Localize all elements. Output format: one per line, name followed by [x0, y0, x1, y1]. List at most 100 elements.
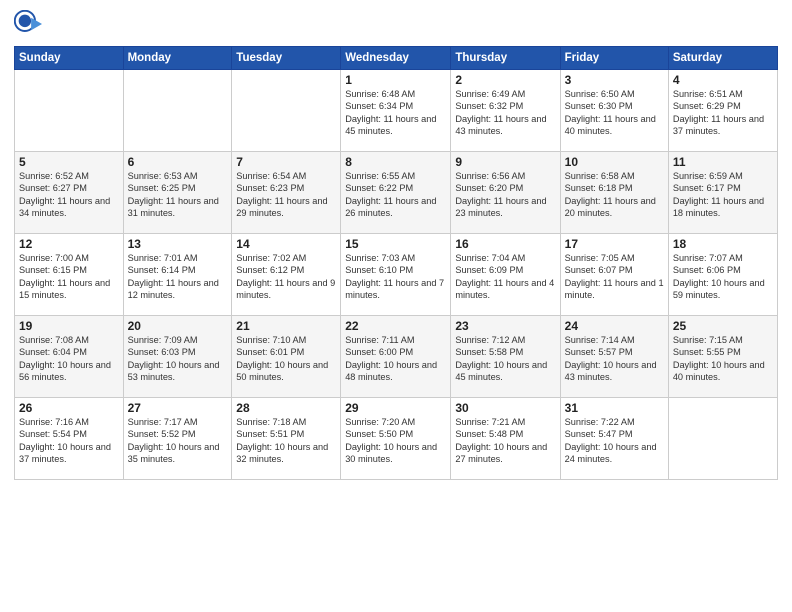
- calendar-cell: [668, 398, 777, 480]
- calendar-cell: 23Sunrise: 7:12 AM Sunset: 5:58 PM Dayli…: [451, 316, 560, 398]
- day-number: 26: [19, 401, 119, 415]
- calendar-cell: 28Sunrise: 7:18 AM Sunset: 5:51 PM Dayli…: [232, 398, 341, 480]
- calendar-cell: 22Sunrise: 7:11 AM Sunset: 6:00 PM Dayli…: [341, 316, 451, 398]
- day-number: 23: [455, 319, 555, 333]
- day-info: Sunrise: 7:00 AM Sunset: 6:15 PM Dayligh…: [19, 252, 119, 302]
- day-info: Sunrise: 6:58 AM Sunset: 6:18 PM Dayligh…: [565, 170, 664, 220]
- week-row-4: 26Sunrise: 7:16 AM Sunset: 5:54 PM Dayli…: [15, 398, 778, 480]
- calendar-cell: 30Sunrise: 7:21 AM Sunset: 5:48 PM Dayli…: [451, 398, 560, 480]
- day-number: 17: [565, 237, 664, 251]
- calendar-cell: 24Sunrise: 7:14 AM Sunset: 5:57 PM Dayli…: [560, 316, 668, 398]
- day-number: 29: [345, 401, 446, 415]
- calendar-cell: 12Sunrise: 7:00 AM Sunset: 6:15 PM Dayli…: [15, 234, 124, 316]
- day-info: Sunrise: 6:48 AM Sunset: 6:34 PM Dayligh…: [345, 88, 446, 138]
- calendar-cell: 8Sunrise: 6:55 AM Sunset: 6:22 PM Daylig…: [341, 152, 451, 234]
- weekday-header-saturday: Saturday: [668, 47, 777, 70]
- day-number: 25: [673, 319, 773, 333]
- day-info: Sunrise: 7:01 AM Sunset: 6:14 PM Dayligh…: [128, 252, 228, 302]
- day-number: 5: [19, 155, 119, 169]
- day-info: Sunrise: 6:56 AM Sunset: 6:20 PM Dayligh…: [455, 170, 555, 220]
- page: SundayMondayTuesdayWednesdayThursdayFrid…: [0, 0, 792, 612]
- day-info: Sunrise: 6:59 AM Sunset: 6:17 PM Dayligh…: [673, 170, 773, 220]
- calendar-cell: 21Sunrise: 7:10 AM Sunset: 6:01 PM Dayli…: [232, 316, 341, 398]
- day-number: 24: [565, 319, 664, 333]
- day-info: Sunrise: 7:21 AM Sunset: 5:48 PM Dayligh…: [455, 416, 555, 466]
- day-info: Sunrise: 7:02 AM Sunset: 6:12 PM Dayligh…: [236, 252, 336, 302]
- calendar-cell: 7Sunrise: 6:54 AM Sunset: 6:23 PM Daylig…: [232, 152, 341, 234]
- logo: [14, 10, 44, 38]
- calendar-cell: 25Sunrise: 7:15 AM Sunset: 5:55 PM Dayli…: [668, 316, 777, 398]
- calendar-cell: 26Sunrise: 7:16 AM Sunset: 5:54 PM Dayli…: [15, 398, 124, 480]
- calendar-cell: [123, 70, 232, 152]
- day-number: 14: [236, 237, 336, 251]
- weekday-header-thursday: Thursday: [451, 47, 560, 70]
- day-number: 11: [673, 155, 773, 169]
- weekday-header-sunday: Sunday: [15, 47, 124, 70]
- calendar-cell: 2Sunrise: 6:49 AM Sunset: 6:32 PM Daylig…: [451, 70, 560, 152]
- day-number: 3: [565, 73, 664, 87]
- day-number: 6: [128, 155, 228, 169]
- calendar-cell: 29Sunrise: 7:20 AM Sunset: 5:50 PM Dayli…: [341, 398, 451, 480]
- day-info: Sunrise: 7:03 AM Sunset: 6:10 PM Dayligh…: [345, 252, 446, 302]
- header: [14, 10, 778, 38]
- calendar-cell: 15Sunrise: 7:03 AM Sunset: 6:10 PM Dayli…: [341, 234, 451, 316]
- calendar-cell: 10Sunrise: 6:58 AM Sunset: 6:18 PM Dayli…: [560, 152, 668, 234]
- calendar-cell: 27Sunrise: 7:17 AM Sunset: 5:52 PM Dayli…: [123, 398, 232, 480]
- weekday-header-row: SundayMondayTuesdayWednesdayThursdayFrid…: [15, 47, 778, 70]
- day-number: 1: [345, 73, 446, 87]
- day-info: Sunrise: 7:09 AM Sunset: 6:03 PM Dayligh…: [128, 334, 228, 384]
- day-number: 4: [673, 73, 773, 87]
- day-number: 22: [345, 319, 446, 333]
- day-number: 12: [19, 237, 119, 251]
- calendar-cell: 9Sunrise: 6:56 AM Sunset: 6:20 PM Daylig…: [451, 152, 560, 234]
- day-number: 28: [236, 401, 336, 415]
- logo-icon: [14, 10, 42, 38]
- day-number: 16: [455, 237, 555, 251]
- calendar-cell: 4Sunrise: 6:51 AM Sunset: 6:29 PM Daylig…: [668, 70, 777, 152]
- day-info: Sunrise: 7:08 AM Sunset: 6:04 PM Dayligh…: [19, 334, 119, 384]
- calendar-cell: 5Sunrise: 6:52 AM Sunset: 6:27 PM Daylig…: [15, 152, 124, 234]
- day-info: Sunrise: 7:04 AM Sunset: 6:09 PM Dayligh…: [455, 252, 555, 302]
- day-info: Sunrise: 6:51 AM Sunset: 6:29 PM Dayligh…: [673, 88, 773, 138]
- calendar: SundayMondayTuesdayWednesdayThursdayFrid…: [14, 46, 778, 480]
- weekday-header-monday: Monday: [123, 47, 232, 70]
- day-number: 18: [673, 237, 773, 251]
- day-number: 19: [19, 319, 119, 333]
- day-info: Sunrise: 6:54 AM Sunset: 6:23 PM Dayligh…: [236, 170, 336, 220]
- day-number: 10: [565, 155, 664, 169]
- day-number: 2: [455, 73, 555, 87]
- weekday-header-tuesday: Tuesday: [232, 47, 341, 70]
- day-info: Sunrise: 6:49 AM Sunset: 6:32 PM Dayligh…: [455, 88, 555, 138]
- day-number: 13: [128, 237, 228, 251]
- weekday-header-friday: Friday: [560, 47, 668, 70]
- calendar-cell: 19Sunrise: 7:08 AM Sunset: 6:04 PM Dayli…: [15, 316, 124, 398]
- calendar-cell: 20Sunrise: 7:09 AM Sunset: 6:03 PM Dayli…: [123, 316, 232, 398]
- day-number: 7: [236, 155, 336, 169]
- calendar-cell: 3Sunrise: 6:50 AM Sunset: 6:30 PM Daylig…: [560, 70, 668, 152]
- calendar-cell: 13Sunrise: 7:01 AM Sunset: 6:14 PM Dayli…: [123, 234, 232, 316]
- week-row-1: 5Sunrise: 6:52 AM Sunset: 6:27 PM Daylig…: [15, 152, 778, 234]
- day-info: Sunrise: 6:55 AM Sunset: 6:22 PM Dayligh…: [345, 170, 446, 220]
- week-row-0: 1Sunrise: 6:48 AM Sunset: 6:34 PM Daylig…: [15, 70, 778, 152]
- calendar-cell: 14Sunrise: 7:02 AM Sunset: 6:12 PM Dayli…: [232, 234, 341, 316]
- calendar-cell: 31Sunrise: 7:22 AM Sunset: 5:47 PM Dayli…: [560, 398, 668, 480]
- day-number: 21: [236, 319, 336, 333]
- day-info: Sunrise: 7:07 AM Sunset: 6:06 PM Dayligh…: [673, 252, 773, 302]
- calendar-cell: 17Sunrise: 7:05 AM Sunset: 6:07 PM Dayli…: [560, 234, 668, 316]
- day-number: 27: [128, 401, 228, 415]
- day-info: Sunrise: 7:17 AM Sunset: 5:52 PM Dayligh…: [128, 416, 228, 466]
- day-info: Sunrise: 7:16 AM Sunset: 5:54 PM Dayligh…: [19, 416, 119, 466]
- week-row-3: 19Sunrise: 7:08 AM Sunset: 6:04 PM Dayli…: [15, 316, 778, 398]
- day-info: Sunrise: 7:05 AM Sunset: 6:07 PM Dayligh…: [565, 252, 664, 302]
- day-info: Sunrise: 7:10 AM Sunset: 6:01 PM Dayligh…: [236, 334, 336, 384]
- calendar-cell: 1Sunrise: 6:48 AM Sunset: 6:34 PM Daylig…: [341, 70, 451, 152]
- day-info: Sunrise: 6:53 AM Sunset: 6:25 PM Dayligh…: [128, 170, 228, 220]
- calendar-cell: 11Sunrise: 6:59 AM Sunset: 6:17 PM Dayli…: [668, 152, 777, 234]
- day-info: Sunrise: 6:50 AM Sunset: 6:30 PM Dayligh…: [565, 88, 664, 138]
- calendar-cell: 16Sunrise: 7:04 AM Sunset: 6:09 PM Dayli…: [451, 234, 560, 316]
- calendar-cell: 6Sunrise: 6:53 AM Sunset: 6:25 PM Daylig…: [123, 152, 232, 234]
- day-number: 9: [455, 155, 555, 169]
- day-number: 20: [128, 319, 228, 333]
- day-info: Sunrise: 6:52 AM Sunset: 6:27 PM Dayligh…: [19, 170, 119, 220]
- day-number: 15: [345, 237, 446, 251]
